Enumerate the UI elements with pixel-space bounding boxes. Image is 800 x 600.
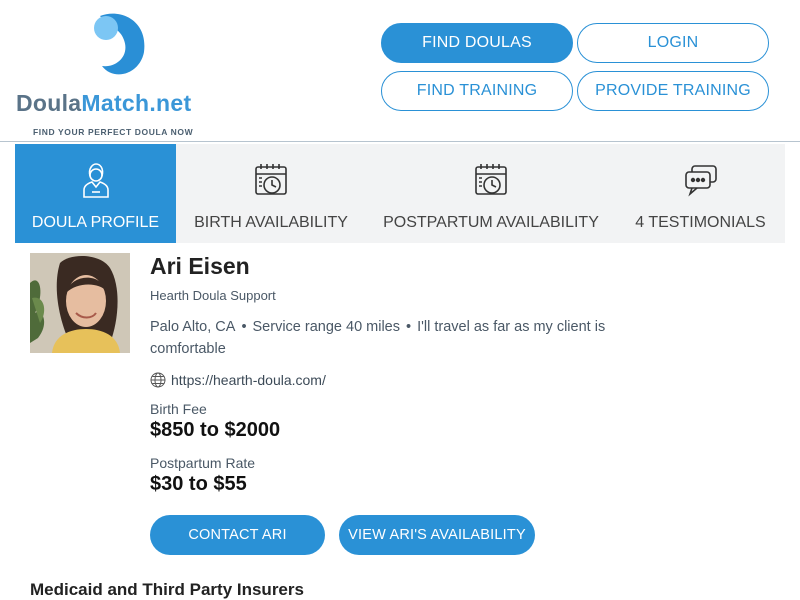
service-range: Service range 40 miles — [252, 319, 401, 335]
separator-dot: • — [241, 319, 247, 335]
tab-label: DOULA PROFILE — [31, 214, 160, 231]
site-header: DoulaMatch.net FIND YOUR PERFECT DOULA N… — [0, 0, 800, 142]
doula-name: Ari Eisen — [150, 253, 250, 279]
logo-tagline: FIND YOUR PERFECT DOULA NOW — [33, 127, 194, 137]
provide-training-button[interactable]: PROVIDE TRAINING — [577, 71, 769, 111]
logo-drop-icon — [94, 13, 145, 75]
tab-postpartum-availability[interactable]: POSTPARTUM AVAILABILITY — [366, 144, 616, 243]
tab-testimonials[interactable]: 4 TESTIMONIALS — [616, 144, 785, 243]
contact-doula-button[interactable]: CONTACT ARI — [150, 515, 325, 555]
find-doulas-button[interactable]: FIND DOULAS — [381, 23, 573, 63]
business-name: Hearth Doula Support — [150, 288, 276, 303]
globe-icon — [150, 372, 166, 388]
location-city: Palo Alto, CA — [150, 319, 236, 335]
postpartum-rate-label: Postpartum Rate — [150, 455, 256, 471]
site-logo[interactable]: DoulaMatch.net FIND YOUR PERFECT DOULA N… — [16, 10, 226, 137]
calendar-clock-icon — [255, 164, 287, 195]
tab-doula-profile[interactable]: DOULA PROFILE — [15, 144, 176, 243]
profile-tabs: DOULA PROFILE BIRTH AVAILABILITY POSTPAR… — [15, 144, 785, 243]
location-details: Palo Alto, CA • Service range 40 miles • I'l… — [150, 316, 650, 360]
birth-fee-label: Birth Fee — [150, 401, 207, 417]
logo-wordmark: DoulaMatch.net — [16, 90, 191, 117]
tab-label: POSTPARTUM AVAILABILITY — [383, 214, 599, 231]
tab-label: BIRTH AVAILABILITY — [194, 214, 348, 231]
tab-label: 4 TESTIMONIALS — [635, 214, 766, 231]
website-link[interactable]: https://hearth-doula.com/ — [171, 372, 326, 388]
birth-fee-value: $850 to $2000 — [150, 419, 281, 441]
website-row: https://hearth-doula.com/ — [150, 372, 326, 388]
find-training-button[interactable]: FIND TRAINING — [381, 71, 573, 111]
doula-profile-photo — [30, 253, 130, 353]
logo-word-match: Match.net — [81, 90, 192, 116]
tab-birth-availability[interactable]: BIRTH AVAILABILITY — [176, 144, 366, 243]
chat-bubbles-icon — [684, 165, 717, 197]
calendar-clock-icon — [475, 164, 507, 195]
logo-word-doula: Doula — [16, 90, 82, 116]
separator-dot: • — [406, 319, 412, 335]
insurers-section-heading: Medicaid and Third Party Insurers — [30, 580, 304, 599]
doula-person-icon — [82, 163, 109, 198]
login-button[interactable]: LOGIN — [577, 23, 769, 63]
view-availability-button[interactable]: VIEW ARI'S AVAILABILITY — [339, 515, 535, 555]
postpartum-rate-value: $30 to $55 — [150, 473, 247, 495]
